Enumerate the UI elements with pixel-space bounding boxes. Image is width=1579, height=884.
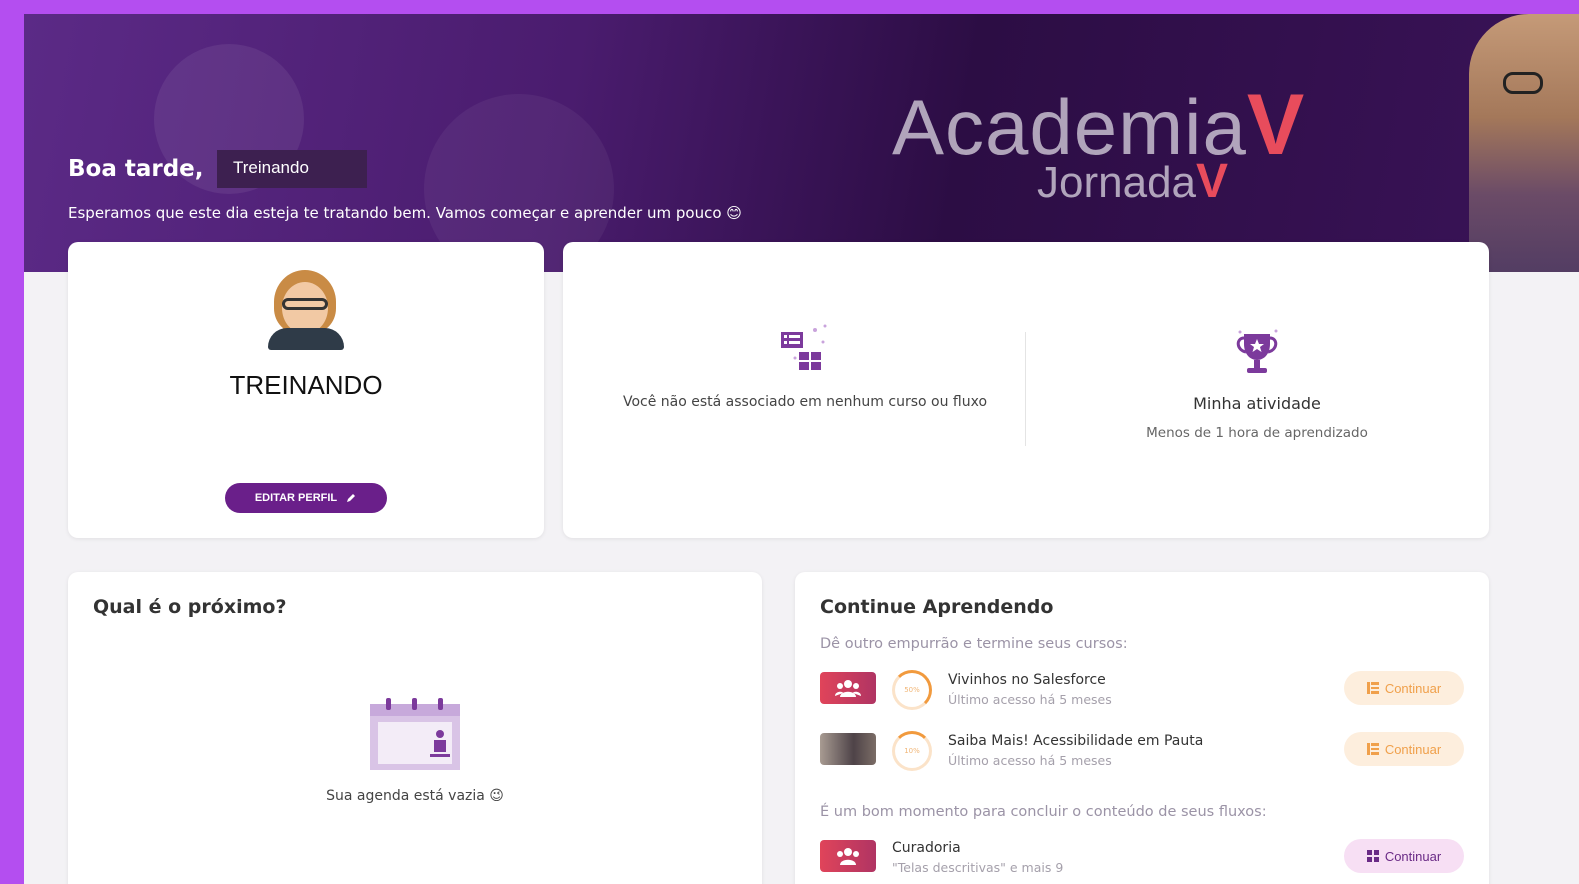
courses-stat-text: Você não está associado em nenhum curso … (622, 394, 988, 410)
instructor-photo (1469, 14, 1579, 272)
brand-logo: AcademiaV JornadaV (892, 76, 1305, 208)
app-frame: AcademiaV JornadaV Boa tarde, Treinando … (24, 14, 1579, 884)
grid-icon (1366, 850, 1379, 862)
courses-stat: Você não está associado em nenhum curso … (563, 322, 1047, 410)
brand-subtitle: Jornada (1037, 158, 1197, 207)
users-icon (835, 680, 861, 697)
stats-card: Você não está associado em nenhum curso … (563, 242, 1489, 538)
list-item: 50% Vivinhos no Salesforce Último acesso… (820, 670, 1464, 714)
profile-name: TREINANDO (229, 370, 383, 400)
list-icon (1366, 682, 1379, 694)
flow-meta: "Telas descritivas" e mais 9 (892, 860, 1064, 875)
continue-label: Continuar (1384, 741, 1442, 757)
brand-v-mark-small: V (1196, 155, 1229, 208)
course-last-access: Último acesso há 5 meses (948, 753, 1112, 768)
list-icon (1366, 743, 1379, 755)
welcome-message: Esperamos que este dia esteja te tratand… (68, 204, 742, 222)
progress-ring: 50% (892, 670, 932, 710)
user-name-chip: Treinando (217, 150, 367, 188)
course-thumbnail (820, 672, 876, 704)
continue-card-title: Continue Aprendendo (820, 596, 1054, 618)
trophy-icon (1236, 329, 1278, 373)
continue-flow-button[interactable]: Continuar (1344, 839, 1464, 873)
greeting-text: Boa tarde, (68, 156, 204, 182)
course-name: Vivinhos no Salesforce (948, 672, 1106, 688)
empty-agenda-text: Sua agenda está vazia 😉 (326, 788, 504, 804)
continue-label: Continuar (1384, 848, 1442, 864)
avatar-body (268, 328, 344, 350)
course-last-access: Último acesso há 5 meses (948, 692, 1112, 707)
users-icon (837, 848, 859, 865)
brand-subtitle-wrap: JornadaV (1037, 154, 1228, 209)
activity-stat: Minha atividade Menos de 1 hora de apren… (1025, 328, 1489, 441)
pencil-icon (347, 494, 356, 502)
course-thumbnail (820, 733, 876, 765)
course-name: Saiba Mais! Acessibilidade em Pauta (948, 733, 1204, 749)
flow-thumbnail (820, 840, 876, 872)
next-card-title: Qual é o próximo? (93, 596, 287, 618)
glasses-shape (1503, 72, 1543, 94)
progress-ring-label: 50% (904, 686, 920, 694)
avatar-glasses (282, 298, 328, 310)
continue-course-button[interactable]: Continuar (1344, 732, 1464, 766)
hero-banner: AcademiaV JornadaV Boa tarde, Treinando … (24, 14, 1579, 272)
flows-subtitle: É um bom momento para concluir o conteúd… (820, 804, 1267, 820)
avatar (268, 270, 344, 350)
edit-profile-button[interactable]: EDITAR PERFIL (225, 483, 387, 513)
brand-v-mark: V (1246, 77, 1305, 173)
calendar-icon (370, 698, 460, 770)
activity-subtitle: Menos de 1 hora de aprendizado (1146, 425, 1368, 441)
list-item: Curadoria "Telas descritivas" e mais 9 C… (820, 838, 1464, 882)
profile-card: TREINANDO EDITAR PERFIL (68, 242, 544, 538)
edit-profile-label: EDITAR PERFIL (254, 492, 338, 504)
continue-learning-card: Continue Aprendendo Dê outro empurrão e … (795, 572, 1489, 884)
courses-subtitle: Dê outro empurrão e termine seus cursos: (820, 636, 1128, 652)
progress-ring: 10% (892, 731, 932, 771)
continue-course-button[interactable]: Continuar (1344, 671, 1464, 705)
progress-ring-label: 10% (904, 747, 920, 755)
activity-title: Minha atividade (1193, 394, 1321, 413)
continue-label: Continuar (1384, 680, 1442, 696)
flow-name: Curadoria (892, 840, 961, 856)
next-card: Qual é o próximo? Sua agenda está vazia … (68, 572, 762, 884)
list-item: 10% Saiba Mais! Acessibilidade em Pauta … (820, 731, 1464, 775)
course-flow-icon (781, 324, 827, 370)
